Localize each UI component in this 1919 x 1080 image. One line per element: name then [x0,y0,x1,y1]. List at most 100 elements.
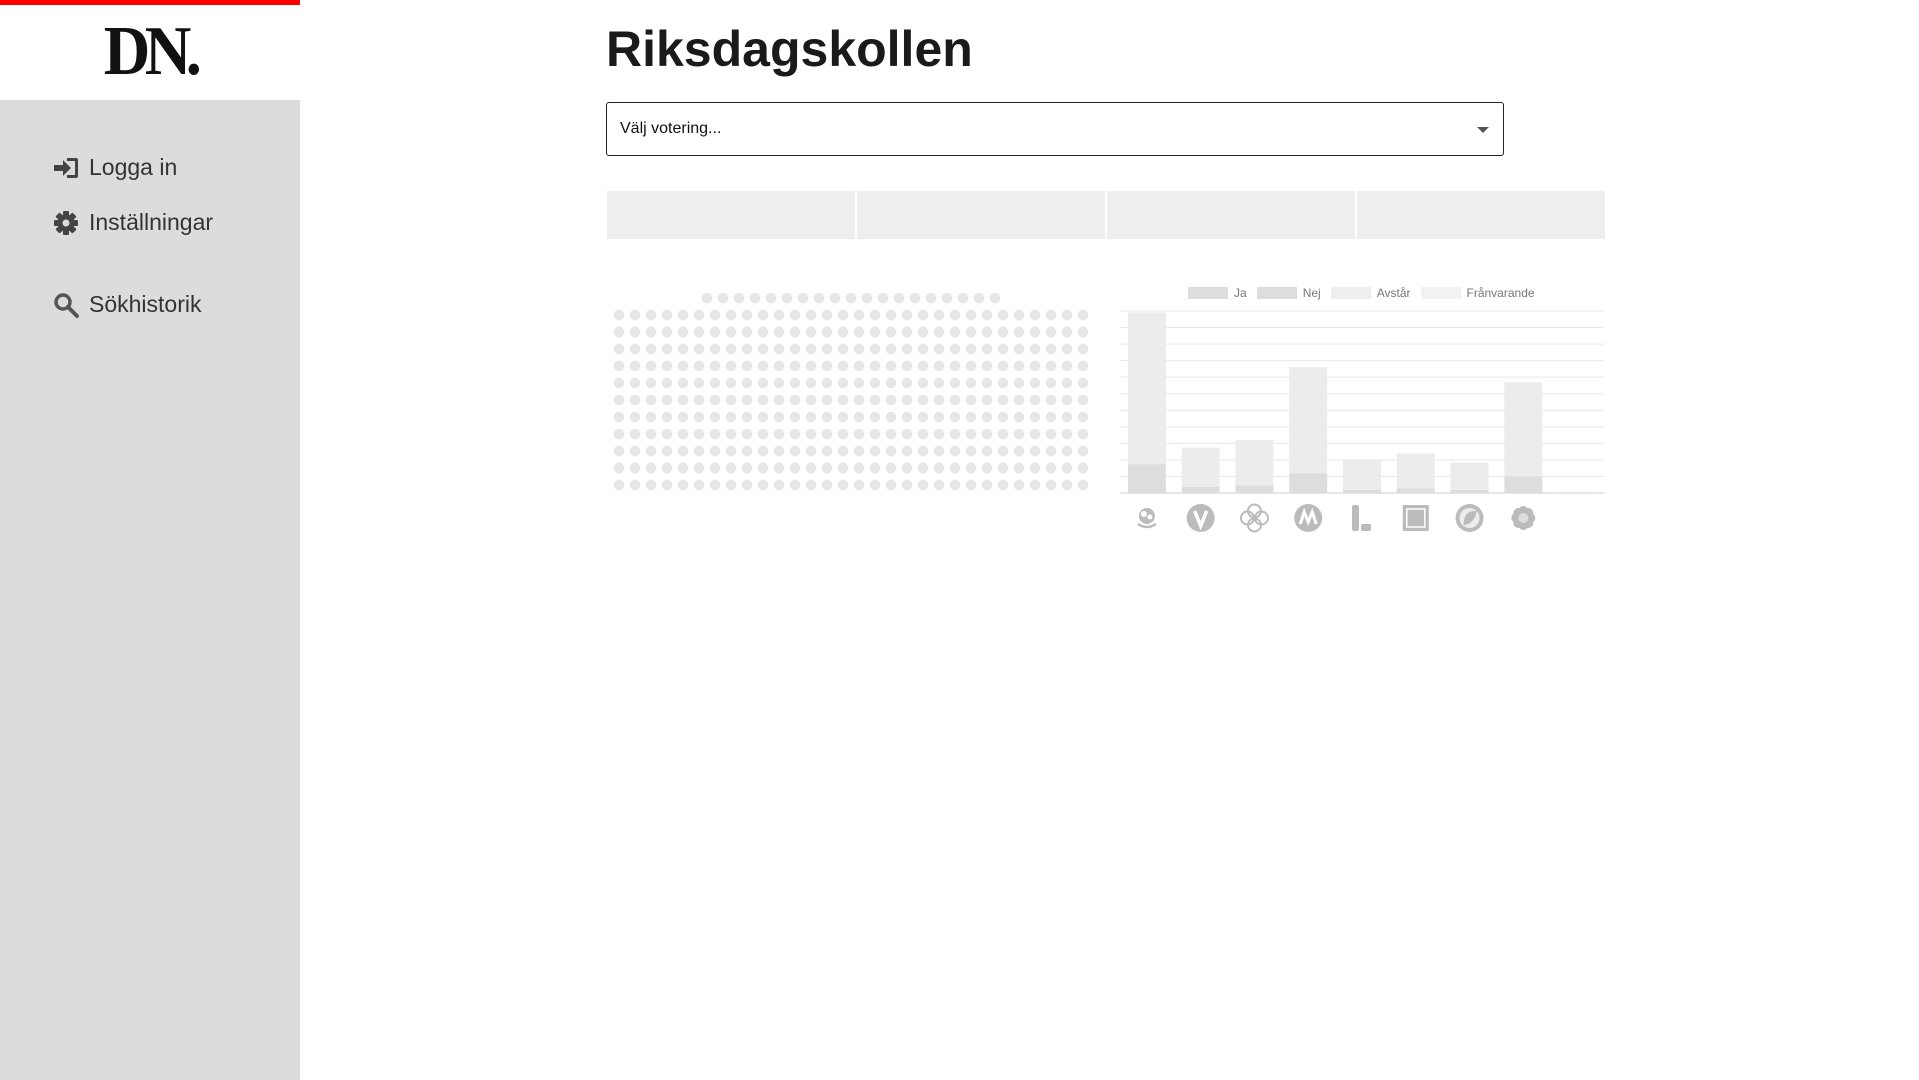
seat [885,343,897,355]
bar-nej-V[interactable] [1181,486,1220,493]
seat [773,394,785,406]
seat [645,479,657,491]
seat [1013,326,1025,338]
seat [629,428,641,440]
seat [869,428,881,440]
seat [901,326,913,338]
seat [901,360,913,372]
seat [797,292,809,304]
seat [1061,326,1073,338]
seat [829,292,841,304]
seat [949,326,961,338]
bar-ja-MP[interactable] [1450,462,1489,490]
bar-nej-C[interactable] [1235,485,1274,493]
seat [949,479,961,491]
seat [709,360,721,372]
seat [613,428,625,440]
gear-icon [52,209,79,236]
seat [885,377,897,389]
summary-tab-2[interactable] [857,191,1105,239]
seat [941,292,953,304]
seat [853,326,865,338]
seat [741,462,753,474]
seat [789,411,801,423]
seat [725,343,737,355]
seat [1013,428,1025,440]
seat [805,445,817,457]
bar-nej-KD[interactable] [1396,488,1435,493]
seat [661,309,673,321]
legend-label: Nej [1302,286,1321,300]
seat [741,377,753,389]
bar-nej-M[interactable] [1289,473,1328,493]
seat [693,326,705,338]
seat [661,343,673,355]
summary-tab-1[interactable] [607,191,855,239]
seat [677,377,689,389]
bar-ja-M[interactable] [1289,367,1328,474]
seat [853,411,865,423]
seat [749,292,761,304]
seat [957,292,969,304]
seat [965,462,977,474]
seat [981,360,993,372]
seat [965,411,977,423]
chart-legend: Ja Nej Avstår Frånvarande [1188,286,1545,300]
seat [725,479,737,491]
seat [869,343,881,355]
summary-tab-4[interactable] [1357,191,1605,239]
seat [645,394,657,406]
seat [741,360,753,372]
bar-ja-SD[interactable] [1504,382,1543,477]
dn-logo[interactable]: DN. [12,10,288,94]
seat [1013,479,1025,491]
m-letter-icon [1294,504,1323,532]
seat [1029,343,1041,355]
seat [789,479,801,491]
summary-tab-3[interactable] [1107,191,1355,239]
seat [885,394,897,406]
seat [629,343,641,355]
sidebar-item-login[interactable]: Logga in [52,140,213,195]
bar-nej-MP[interactable] [1450,489,1489,493]
seat [949,309,961,321]
seat [773,462,785,474]
seat [981,309,993,321]
sidebar-item-settings[interactable]: Inställningar [52,195,213,250]
seat [965,309,977,321]
seat [965,479,977,491]
seat [677,326,689,338]
seat [805,428,817,440]
bar-ja-KD[interactable] [1396,453,1435,489]
vote-select[interactable]: Välj votering... [606,102,1504,156]
seat [629,360,641,372]
seat [693,309,705,321]
seat [901,377,913,389]
seat [997,462,1009,474]
bar-ja-S[interactable] [1127,312,1166,465]
bar-nej-SD[interactable] [1504,476,1543,493]
seat [821,343,833,355]
seat [997,309,1009,321]
bar-nej-L[interactable] [1343,489,1381,493]
bar-ja-V[interactable] [1181,447,1220,487]
seat [981,428,993,440]
seat [805,360,817,372]
seat [773,377,785,389]
bar-nej-S[interactable] [1127,464,1166,493]
seat [1045,309,1057,321]
seat [773,445,785,457]
seat [709,377,721,389]
l-letter-icon [1352,505,1371,531]
seat [693,428,705,440]
seat [805,394,817,406]
seat [757,479,769,491]
flower-icon [1511,506,1536,530]
bar-ja-C[interactable] [1235,439,1274,486]
seat [1029,462,1041,474]
bar-ja--[interactable] [1558,491,1597,493]
seat [1013,462,1025,474]
bar-ja-L[interactable] [1343,459,1381,490]
seat [1077,428,1089,440]
sidebar-item-search-history[interactable]: Sökhistorik [52,277,213,332]
